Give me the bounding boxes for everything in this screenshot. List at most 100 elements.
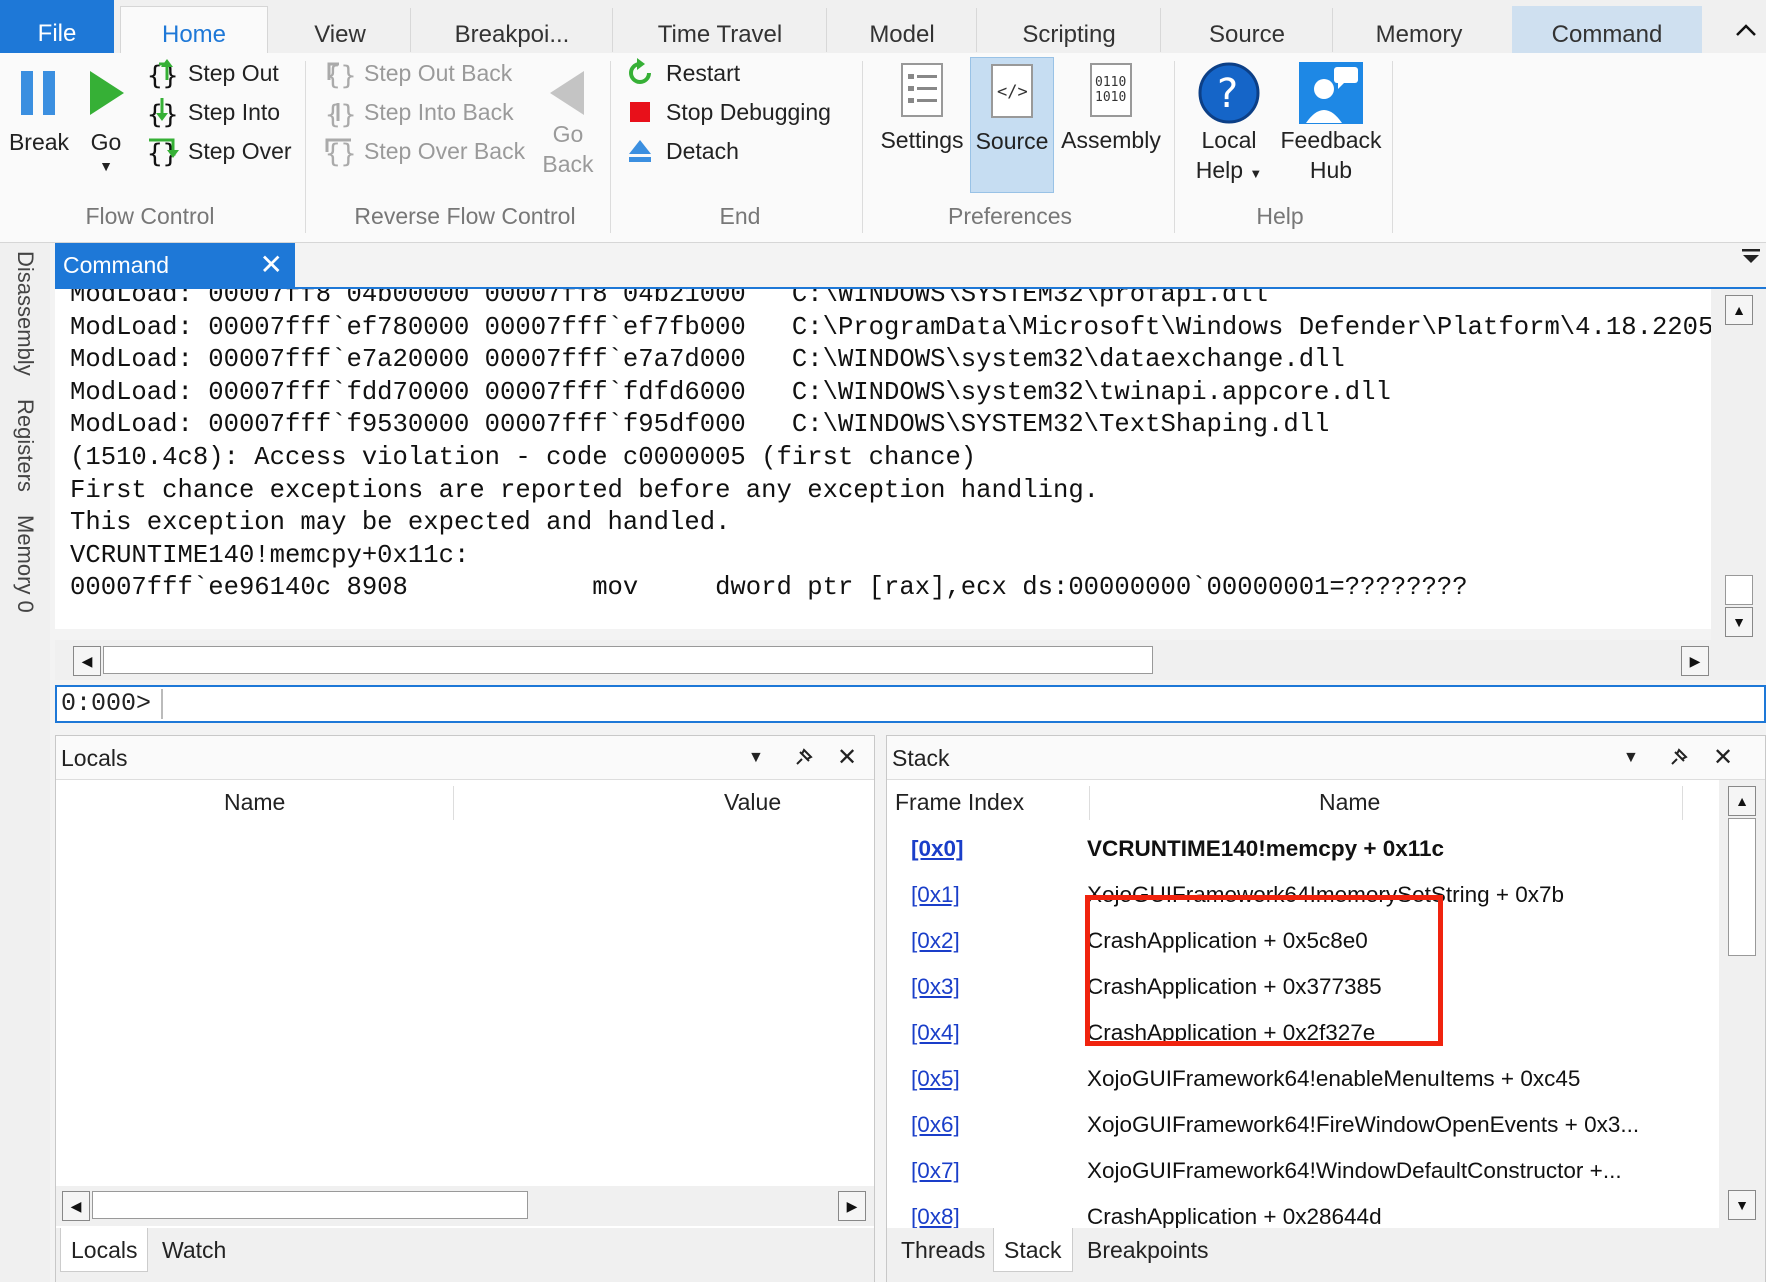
close-icon[interactable]: ✕: [837, 736, 857, 780]
break-button[interactable]: Break: [6, 67, 72, 157]
frame-index-link[interactable]: [0x4]: [911, 1010, 960, 1055]
scroll-down-icon[interactable]: ▼: [1725, 607, 1753, 637]
stack-col-frame-index[interactable]: Frame Index: [895, 780, 1025, 824]
step-over-back-button[interactable]: {} Step Over Back: [320, 131, 525, 171]
table-row[interactable]: [0x8] CrashApplication + 0x28644d: [887, 1194, 1722, 1228]
restart-button[interactable]: Restart: [622, 53, 740, 93]
tab-breakpoints[interactable]: Breakpoints: [1077, 1228, 1218, 1272]
scroll-left-icon[interactable]: ◀: [73, 646, 101, 676]
assembly-button[interactable]: 0110 1010 Assembly: [1056, 61, 1166, 155]
tab-file[interactable]: File: [0, 0, 114, 53]
command-output-text: ModLoad: 00007ff8 04b00000 00007ff8 04b2…: [70, 289, 1711, 603]
close-icon[interactable]: ✕: [1713, 736, 1733, 780]
side-tab-memory-0[interactable]: Memory 0: [12, 515, 38, 613]
step-over-label: Step Over: [188, 137, 292, 164]
assembly-icon: 0110 1010: [1090, 63, 1132, 117]
restart-icon: [622, 55, 658, 91]
frame-index-link[interactable]: [0x1]: [911, 872, 960, 917]
step-into-button[interactable]: {} Step Into: [144, 92, 280, 132]
command-horizontal-scrollbar[interactable]: ◀ ▶: [55, 640, 1766, 680]
locals-title-text: Locals: [61, 745, 128, 771]
tab-scripting[interactable]: Scripting: [978, 6, 1160, 53]
help-icon: ?: [1198, 62, 1260, 124]
locals-col-value[interactable]: Value: [724, 780, 782, 824]
step-out-back-button[interactable]: {} Step Out Back: [320, 53, 512, 93]
go-back-label-2: Back: [542, 151, 594, 177]
frame-index-link[interactable]: [0x2]: [911, 918, 960, 963]
scroll-left-icon[interactable]: ◀: [62, 1191, 90, 1221]
table-row[interactable]: [0x0] VCRUNTIME140!memcpy + 0x11c: [887, 826, 1722, 871]
svg-text:{}: {}: [325, 100, 355, 129]
chevron-down-icon[interactable]: ▼: [1623, 736, 1639, 780]
step-into-label: Step Into: [188, 98, 281, 125]
locals-horizontal-scrollbar[interactable]: ◀ ▶: [56, 1186, 874, 1226]
close-icon[interactable]: ✕: [260, 243, 283, 287]
side-tab-disassembly[interactable]: Disassembly: [12, 251, 38, 376]
stack-col-name[interactable]: Name: [1319, 780, 1381, 824]
scroll-up-icon[interactable]: ▲: [1725, 295, 1753, 325]
tab-time-travel[interactable]: Time Travel: [614, 6, 826, 53]
scroll-down-icon[interactable]: ▼: [1728, 1190, 1756, 1220]
frame-index-link[interactable]: [0x8]: [911, 1194, 960, 1228]
scroll-thumb[interactable]: [1728, 818, 1756, 956]
svg-text:0110: 0110: [1095, 75, 1126, 90]
svg-text:{}: {}: [325, 139, 355, 168]
frame-index-link[interactable]: [0x3]: [911, 964, 960, 1009]
settings-button[interactable]: Settings: [876, 61, 968, 155]
step-into-back-icon: {}: [320, 94, 356, 130]
scroll-thumb-horizontal[interactable]: [103, 646, 1153, 674]
tab-source[interactable]: Source: [1162, 6, 1332, 53]
step-into-back-button[interactable]: {} Step Into Back: [320, 92, 514, 132]
local-help-dropdown-icon[interactable]: ▼: [1249, 166, 1262, 181]
stop-icon: [622, 94, 658, 130]
stack-vertical-scrollbar[interactable]: ▲ ▼: [1719, 780, 1765, 1230]
table-row[interactable]: [0x5] XojoGUIFramework64!enableMenuItems …: [887, 1056, 1722, 1101]
tab-view[interactable]: View: [275, 6, 405, 53]
step-out-button[interactable]: {} Step Out: [144, 53, 279, 93]
tab-home[interactable]: Home: [120, 6, 268, 53]
command-window-tab[interactable]: Command ✕: [55, 243, 295, 287]
table-row[interactable]: [0x7] XojoGUIFramework64!WindowDefaultCon…: [887, 1148, 1722, 1193]
scroll-thumb[interactable]: [1725, 575, 1753, 605]
tab-locals[interactable]: Locals: [60, 1228, 149, 1272]
go-back-button[interactable]: Go Back: [538, 67, 598, 179]
collapse-ribbon-icon[interactable]: [1734, 14, 1758, 45]
tab-model[interactable]: Model: [828, 6, 976, 53]
svg-text:</>: </>: [997, 82, 1028, 102]
tab-memory[interactable]: Memory: [1334, 6, 1504, 53]
go-back-label-1: Go: [552, 121, 584, 147]
stop-debugging-button[interactable]: Stop Debugging: [622, 92, 831, 132]
scroll-thumb-horizontal[interactable]: [92, 1191, 528, 1219]
frame-index-link[interactable]: [0x5]: [911, 1056, 960, 1101]
window-menu-icon[interactable]: [1740, 247, 1762, 271]
frame-index-link[interactable]: [0x7]: [911, 1148, 960, 1193]
locals-col-name[interactable]: Name: [224, 780, 286, 824]
pin-icon[interactable]: [1666, 736, 1690, 780]
tab-watch[interactable]: Watch: [152, 1228, 236, 1272]
chevron-down-icon[interactable]: ▼: [748, 736, 764, 780]
annotation-highlight-box: [1085, 895, 1443, 1046]
step-over-button[interactable]: {} Step Over: [144, 131, 292, 171]
tab-threads[interactable]: Threads: [891, 1228, 995, 1272]
tab-command[interactable]: Command: [1512, 6, 1702, 53]
tab-stack[interactable]: Stack: [993, 1228, 1073, 1272]
go-dropdown-icon[interactable]: ▼: [78, 157, 134, 175]
go-button[interactable]: Go ▼: [78, 67, 134, 175]
local-help-button[interactable]: ? Local Help ▼: [1186, 61, 1272, 189]
step-over-back-label: Step Over Back: [364, 137, 526, 164]
play-icon: [90, 71, 124, 115]
scroll-right-icon[interactable]: ▶: [1681, 646, 1709, 676]
scroll-right-icon[interactable]: ▶: [838, 1191, 866, 1221]
frame-index-link[interactable]: [0x0]: [911, 826, 964, 871]
detach-button[interactable]: Detach: [622, 131, 739, 171]
pin-icon[interactable]: [791, 736, 815, 780]
source-button[interactable]: </> Source: [970, 57, 1054, 193]
frame-index-link[interactable]: [0x6]: [911, 1102, 960, 1147]
tab-breakpoints[interactable]: Breakpoi...: [412, 6, 612, 53]
table-row[interactable]: [0x6] XojoGUIFramework64!FireWindowOpenEv…: [887, 1102, 1722, 1147]
feedback-hub-button[interactable]: Feedback Hub: [1276, 61, 1386, 185]
side-tab-registers[interactable]: Registers: [12, 399, 38, 492]
command-input[interactable]: [161, 689, 1761, 719]
command-vertical-scrollbar[interactable]: ▲ ▼: [1711, 289, 1766, 640]
scroll-up-icon[interactable]: ▲: [1728, 786, 1756, 816]
